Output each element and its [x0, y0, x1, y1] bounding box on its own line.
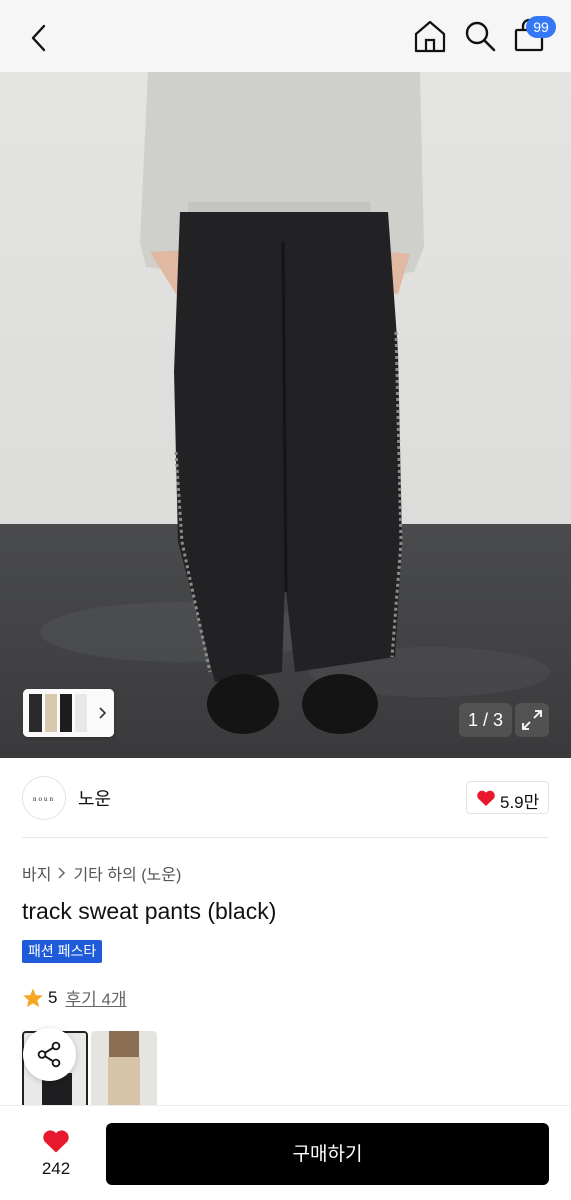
reviews-link[interactable]: 후기 4개 [65, 985, 126, 1010]
shop-like-button[interactable]: 5.9만 [466, 781, 549, 814]
breadcrumb-item-other-bottoms[interactable]: 기타 하의 (노운) [73, 861, 181, 885]
expand-icon [522, 710, 542, 730]
product-title: track sweat pants (black) [22, 898, 277, 924]
chevron-right-icon [58, 867, 66, 879]
heart-icon [43, 1130, 69, 1153]
gallery-thumbnail-strip[interactable] [23, 689, 114, 737]
home-icon[interactable] [412, 18, 448, 54]
event-tag: 패션 페스타 [22, 940, 103, 963]
shop-like-count: 5.9만 [500, 793, 540, 812]
search-icon[interactable] [462, 18, 498, 54]
option-thumbnail-beige[interactable] [91, 1031, 157, 1111]
top-bar: 99 [0, 0, 571, 72]
breadcrumb: 바지 기타 하의 (노운) [22, 861, 181, 885]
shop-logo-text: noun [33, 795, 55, 803]
share-button[interactable] [23, 1028, 76, 1081]
bottom-action-bar: 242 구매하기 [0, 1105, 571, 1200]
rating-score: 5 [48, 987, 58, 1007]
divider [22, 837, 549, 838]
breadcrumb-item-pants[interactable]: 바지 [22, 861, 51, 885]
image-counter: 1 / 3 [459, 703, 512, 737]
share-icon [37, 1041, 61, 1068]
expand-fullscreen-button[interactable] [515, 703, 549, 737]
cart-count-badge: 99 [526, 16, 556, 38]
wishlist-button[interactable]: 242 [22, 1124, 90, 1184]
back-arrow-icon[interactable] [22, 20, 58, 56]
product-image-gallery[interactable]: 1 / 3 [0, 72, 571, 758]
rating-row: 5 후기 4개 [22, 985, 127, 1010]
wishlist-count: 242 [41, 1159, 71, 1178]
product-photo [0, 72, 571, 758]
shop-logo[interactable]: noun [22, 776, 66, 820]
star-icon [23, 987, 43, 1007]
heart-icon [477, 790, 495, 806]
buy-button[interactable]: 구매하기 [106, 1123, 549, 1185]
shop-name[interactable]: 노운 [78, 785, 111, 811]
